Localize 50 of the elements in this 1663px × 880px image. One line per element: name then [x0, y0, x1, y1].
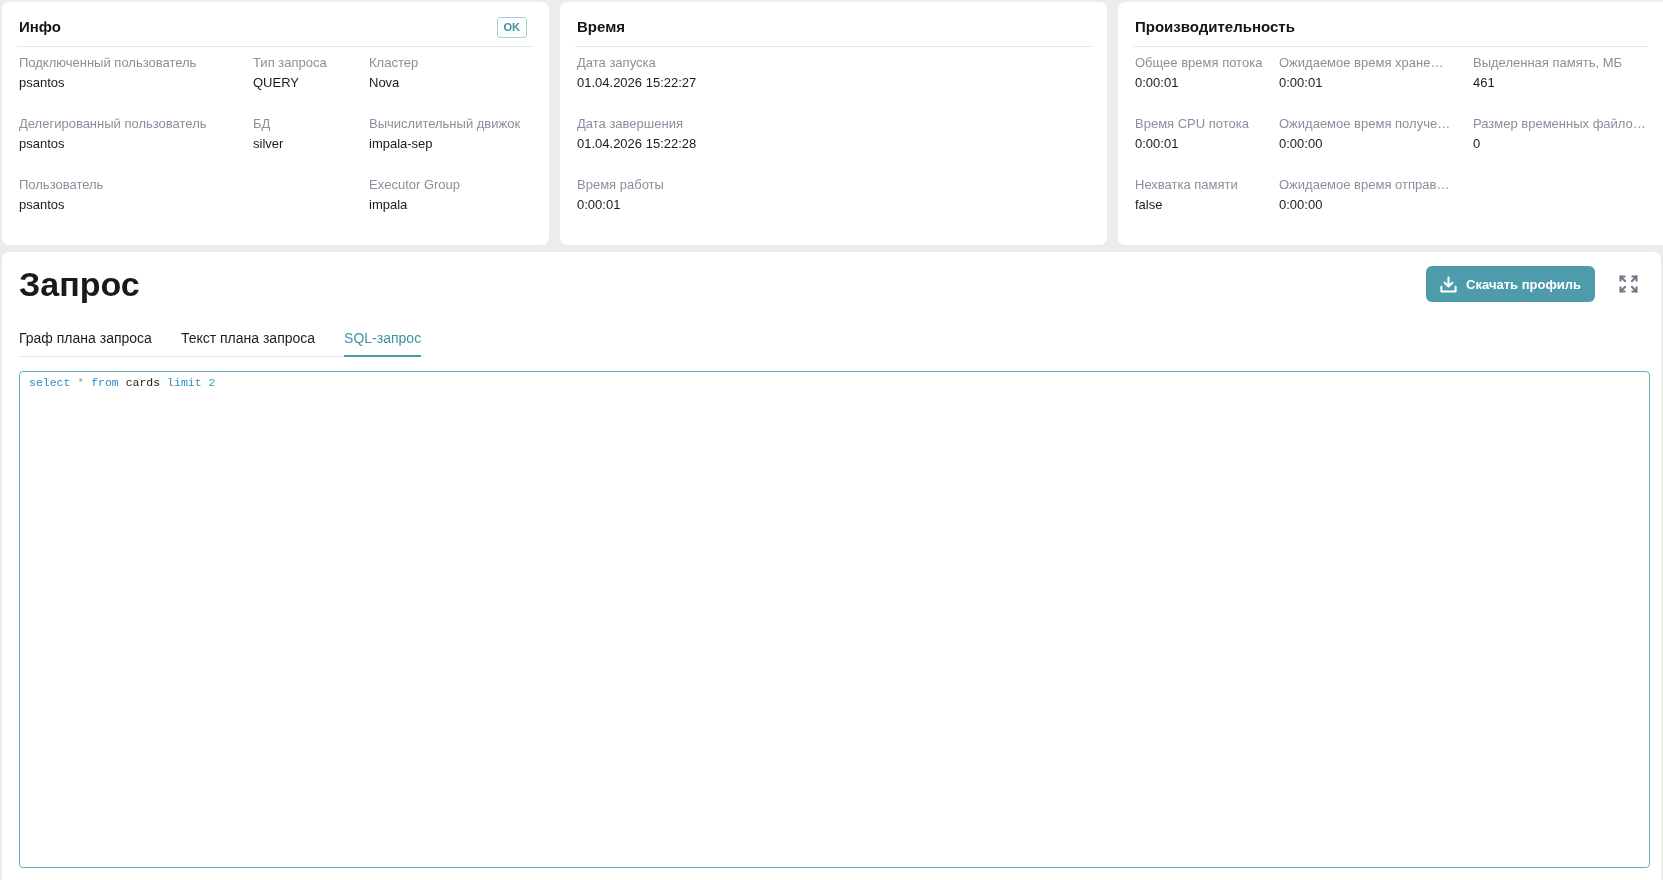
field-label: Общее время потока [1135, 54, 1263, 72]
field-value: 0:00:01 [1135, 74, 1179, 92]
field-value: 0:00:00 [1279, 196, 1323, 214]
field-label: Подключенный пользователь [19, 54, 197, 72]
field-label: БД [253, 115, 271, 133]
field-label: Executor Group [369, 176, 461, 194]
field-value: false [1135, 196, 1163, 214]
page-title: Запрос [19, 266, 140, 302]
field-label: Пользователь [19, 176, 104, 194]
sql-editor[interactable]: select * from cards limit 2 [19, 371, 1650, 868]
field-value: impala [369, 196, 408, 214]
field-value: 0:00:01 [577, 196, 621, 214]
tab[interactable]: Текст плана запроса [180, 329, 316, 357]
download-icon [1440, 275, 1458, 293]
field-value: impala-sep [369, 135, 433, 153]
field-value: 0 [1473, 135, 1481, 153]
field-value: 0:00:01 [1135, 135, 1179, 153]
field-value: 0:00:00 [1279, 135, 1323, 153]
field-value: Nova [369, 74, 400, 92]
field-label: Время работы [577, 176, 664, 194]
field-label: Ожидаемое время хране… [1279, 54, 1444, 72]
tab[interactable]: SQL-запрос [344, 329, 422, 357]
field-label: Дата завершения [577, 115, 683, 133]
tab[interactable]: Граф плана запроса [19, 329, 152, 357]
field-label: Дата запуска [577, 54, 656, 72]
panel-title: Производительность [1135, 17, 1295, 37]
field-label: Делегированный пользователь [19, 115, 207, 133]
field-value: psantos [19, 74, 65, 92]
field-label: Выделенная память, МБ [1473, 54, 1622, 72]
field-value: 01.04.2026 15:22:27 [577, 74, 697, 92]
field-value: 0:00:01 [1279, 74, 1323, 92]
code-line: select * from cards limit 2 [29, 375, 216, 390]
field-value: QUERY [253, 74, 299, 92]
field-label: Время CPU потока [1135, 115, 1249, 133]
field-value: 461 [1473, 74, 1495, 92]
field-label: Ожидаемое время отправ… [1279, 176, 1450, 194]
field-label: Тип запроса [253, 54, 327, 72]
field-label: Размер временных файло… [1473, 115, 1646, 133]
field-value: psantos [19, 135, 65, 153]
field-label: Нехватка памяти [1135, 176, 1238, 194]
field-value: silver [253, 135, 284, 153]
field-label: Кластер [369, 54, 419, 72]
panel-title: Время [577, 17, 625, 37]
field-label: Ожидаемое время получе… [1279, 115, 1451, 133]
field-label: Вычислительный движок [369, 115, 521, 133]
panel-title: Инфо [19, 17, 61, 37]
status-badge: OK [496, 16, 527, 38]
field-value: 01.04.2026 15:22:28 [577, 135, 697, 153]
field-value: psantos [19, 196, 65, 214]
expand-icon[interactable] [1619, 275, 1638, 293]
